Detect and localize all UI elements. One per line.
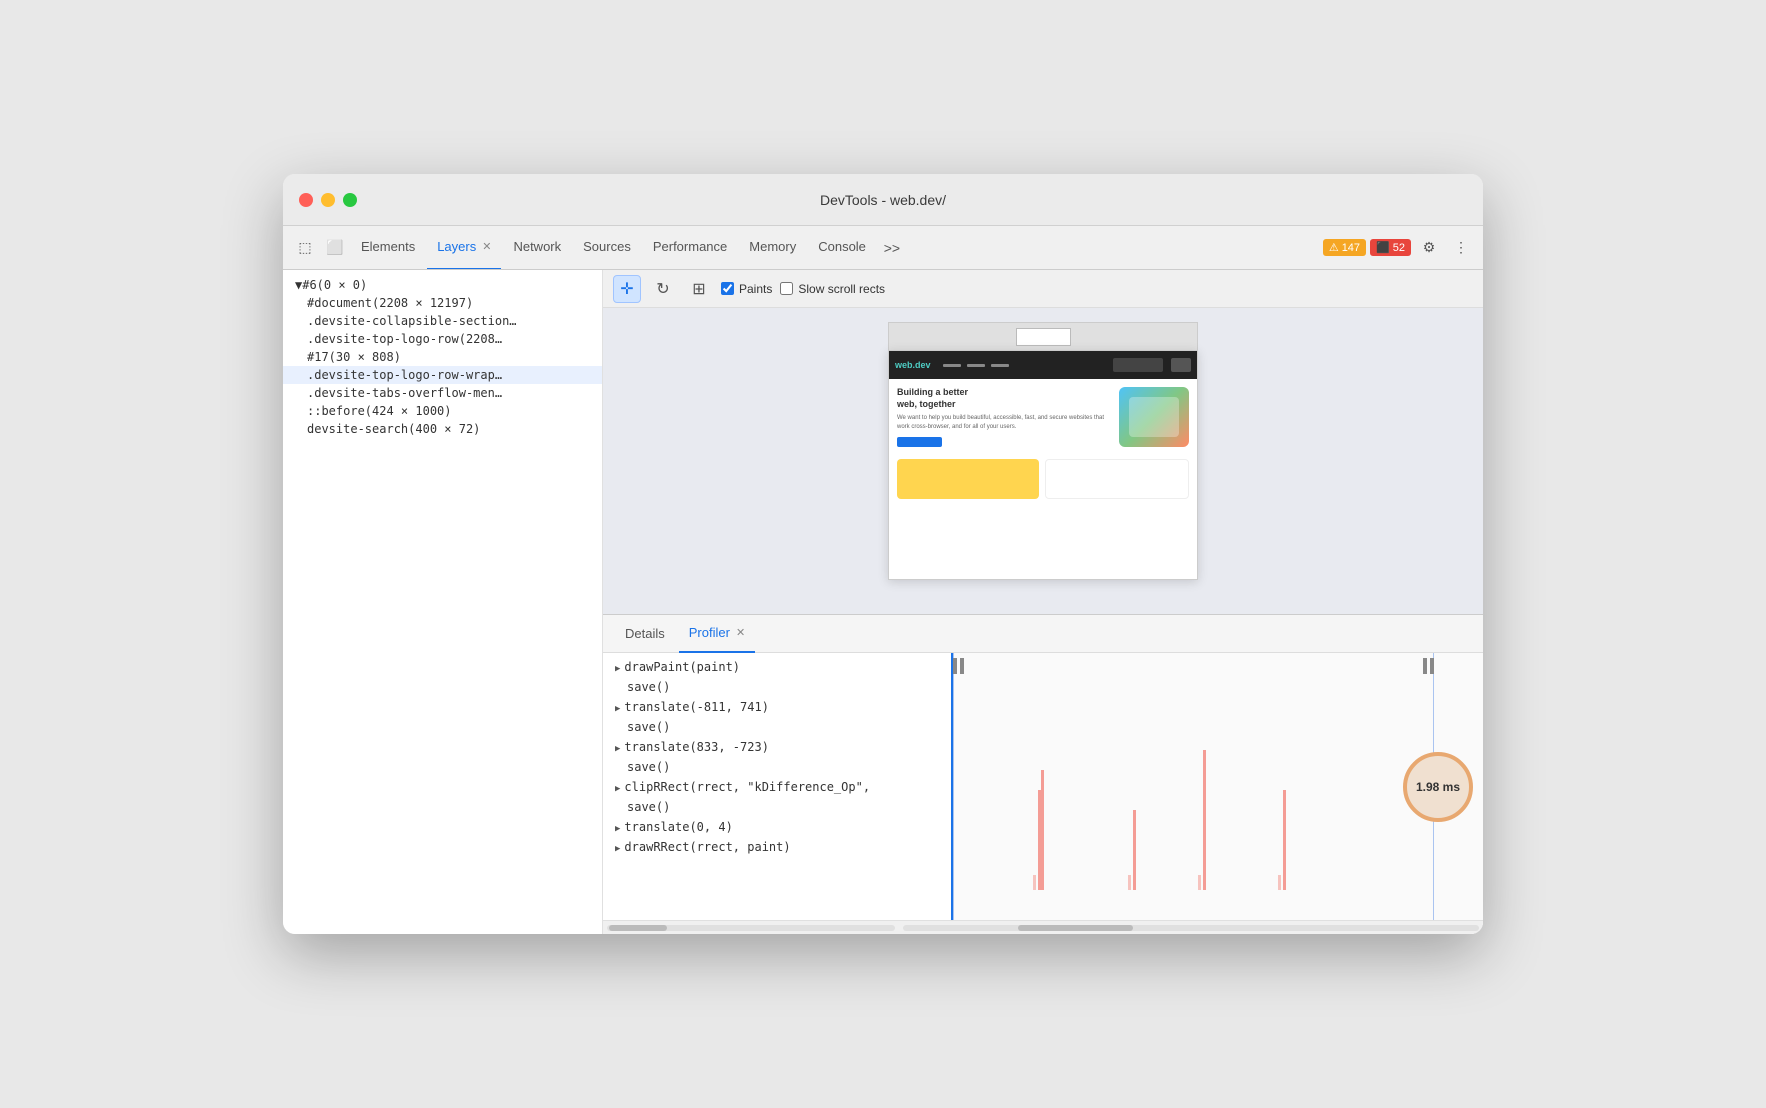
tab-memory[interactable]: Memory bbox=[739, 226, 806, 270]
preview-area: web.dev Building bbox=[603, 308, 1483, 614]
bottom-scrollbar[interactable] bbox=[603, 920, 1483, 934]
errors-badge[interactable]: ⬛ 52 bbox=[1370, 239, 1411, 256]
scrollbar-track-right[interactable] bbox=[903, 925, 1479, 931]
more-options-icon[interactable]: ⋮ bbox=[1447, 234, 1475, 262]
preview-frame: web.dev Building bbox=[888, 350, 1198, 580]
tab-network[interactable]: Network bbox=[503, 226, 571, 270]
scrollbar-track[interactable] bbox=[607, 925, 895, 931]
close-button[interactable] bbox=[299, 193, 313, 207]
maximize-button[interactable] bbox=[343, 193, 357, 207]
paint-bar-small bbox=[1278, 875, 1281, 890]
warning-icon: ⚠ bbox=[1329, 241, 1339, 254]
list-item[interactable]: ▼#6(0 × 0) bbox=[283, 276, 602, 294]
right-panel: ✛ ↻ ⊞ Paints Slow scroll rects bbox=[603, 270, 1483, 934]
scrollbar-thumb-right[interactable] bbox=[1018, 925, 1133, 931]
paint-bar-small bbox=[1033, 875, 1036, 890]
slow-scroll-checkbox-label[interactable]: Slow scroll rects bbox=[780, 282, 885, 296]
tab-console[interactable]: Console bbox=[808, 226, 876, 270]
list-item[interactable]: devsite-search(400 × 72) bbox=[283, 420, 602, 438]
chart-inner: 1.98 ms bbox=[953, 653, 1483, 920]
preview-hero-image bbox=[1119, 387, 1189, 447]
warnings-badge[interactable]: ⚠ 147 bbox=[1323, 239, 1366, 256]
traffic-lights bbox=[299, 193, 357, 207]
timer-badge: 1.98 ms bbox=[1403, 752, 1473, 822]
layers-tree: ▼#6(0 × 0) #document(2208 × 12197) .devs… bbox=[283, 270, 602, 934]
preview-nav: web.dev bbox=[889, 351, 1197, 379]
tab-sources[interactable]: Sources bbox=[573, 226, 641, 270]
preview-hero: Building a betterweb, together We want t… bbox=[889, 379, 1197, 455]
list-item[interactable]: translate(833, -723) bbox=[603, 737, 951, 757]
preview-cards bbox=[889, 455, 1197, 503]
frame-divider bbox=[953, 653, 954, 920]
profiler-content: drawPaint(paint) save() translate(-811, … bbox=[603, 653, 1483, 920]
list-item[interactable]: #document(2208 × 12197) bbox=[283, 294, 602, 312]
paint-bar bbox=[1041, 770, 1044, 890]
scrollbar-thumb[interactable] bbox=[609, 925, 667, 931]
list-item[interactable]: clipRRect(rrect, "kDifference_Op", bbox=[603, 777, 951, 797]
main-content: ▼#6(0 × 0) #document(2208 × 12197) .devs… bbox=[283, 270, 1483, 934]
list-item[interactable]: #17(30 × 808) bbox=[283, 348, 602, 366]
left-panel: ▼#6(0 × 0) #document(2208 × 12197) .devs… bbox=[283, 270, 603, 934]
list-item[interactable]: save() bbox=[603, 717, 951, 737]
list-item[interactable]: drawRRect(rrect, paint) bbox=[603, 837, 951, 857]
rotate-tool-button[interactable]: ↻ bbox=[649, 275, 677, 303]
minimize-button[interactable] bbox=[321, 193, 335, 207]
settings-icon[interactable]: ⚙ bbox=[1415, 234, 1443, 262]
tab-elements[interactable]: Elements bbox=[351, 226, 425, 270]
paint-bar bbox=[1203, 750, 1206, 890]
devtools-window: DevTools - web.dev/ ⬚ ⬜ Elements Layers … bbox=[283, 174, 1483, 934]
list-item[interactable]: ::before(424 × 1000) bbox=[283, 402, 602, 420]
bottom-tabs: Details Profiler ✕ bbox=[603, 615, 1483, 653]
list-item[interactable]: save() bbox=[603, 757, 951, 777]
pan-tool-button[interactable]: ✛ bbox=[613, 275, 641, 303]
pause-button[interactable] bbox=[953, 658, 965, 674]
window-title: DevTools - web.dev/ bbox=[820, 192, 946, 208]
fit-tool-button[interactable]: ⊞ bbox=[685, 275, 713, 303]
title-bar: DevTools - web.dev/ bbox=[283, 174, 1483, 226]
list-item[interactable]: translate(0, 4) bbox=[603, 817, 951, 837]
toolbar: ⬚ ⬜ Elements Layers ✕ Network Sources Pe… bbox=[283, 226, 1483, 270]
list-item[interactable]: save() bbox=[603, 797, 951, 817]
inspect-icon[interactable]: ⬚ bbox=[291, 234, 319, 262]
profiler-chart: 1.98 ms bbox=[953, 653, 1483, 920]
toolbar-right: ⚠ 147 ⬛ 52 ⚙ ⋮ bbox=[1323, 234, 1475, 262]
error-icon: ⬛ bbox=[1376, 241, 1390, 254]
paints-checkbox[interactable] bbox=[721, 282, 734, 295]
slow-scroll-checkbox[interactable] bbox=[780, 282, 793, 295]
list-item[interactable]: .devsite-top-logo-row(2208… bbox=[283, 330, 602, 348]
layers-toolbar: ✛ ↻ ⊞ Paints Slow scroll rects bbox=[603, 270, 1483, 308]
list-item[interactable]: save() bbox=[603, 677, 951, 697]
device-icon[interactable]: ⬜ bbox=[321, 234, 349, 262]
tab-details[interactable]: Details bbox=[615, 615, 675, 653]
paint-bar bbox=[1283, 790, 1286, 890]
tab-layers[interactable]: Layers ✕ bbox=[427, 226, 501, 270]
more-tabs-button[interactable]: >> bbox=[878, 234, 906, 262]
list-item[interactable]: .devsite-tabs-overflow-men… bbox=[283, 384, 602, 402]
list-item[interactable]: drawPaint(paint) bbox=[603, 657, 951, 677]
paint-bar bbox=[1133, 810, 1136, 890]
profiler-tree: drawPaint(paint) save() translate(-811, … bbox=[603, 653, 953, 920]
tab-performance[interactable]: Performance bbox=[643, 226, 737, 270]
list-item[interactable]: .devsite-collapsible-section… bbox=[283, 312, 602, 330]
tab-profiler-close[interactable]: ✕ bbox=[736, 626, 745, 639]
tab-profiler[interactable]: Profiler ✕ bbox=[679, 615, 755, 653]
paint-bar-small bbox=[1128, 875, 1131, 890]
bottom-panel: Details Profiler ✕ drawPaint(paint) save… bbox=[603, 614, 1483, 934]
paints-checkbox-label[interactable]: Paints bbox=[721, 282, 772, 296]
list-item[interactable]: .devsite-top-logo-row-wrap… bbox=[283, 366, 602, 384]
tab-layers-close[interactable]: ✕ bbox=[482, 240, 491, 253]
paint-bar-small bbox=[1198, 875, 1201, 890]
list-item[interactable]: translate(-811, 741) bbox=[603, 697, 951, 717]
pause-button[interactable] bbox=[1423, 658, 1435, 674]
